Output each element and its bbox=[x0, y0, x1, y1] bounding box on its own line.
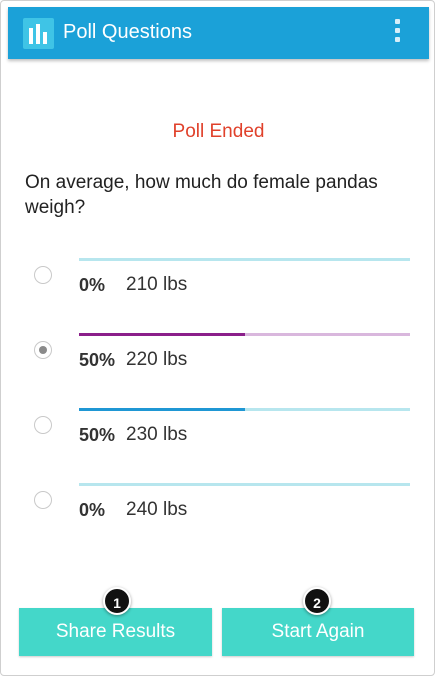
radio-button[interactable] bbox=[34, 416, 52, 434]
option-label: 210 lbs bbox=[126, 274, 188, 295]
option-percent: 0% bbox=[79, 275, 106, 295]
poll-option[interactable]: 0% 240 lbs bbox=[1, 482, 434, 542]
option-percent: 50% bbox=[79, 350, 116, 370]
start-again-button[interactable]: Start Again bbox=[222, 608, 414, 656]
option-label: 240 lbs bbox=[126, 499, 188, 520]
option-percent: 50% bbox=[79, 425, 116, 445]
option-percent: 0% bbox=[79, 500, 106, 520]
overflow-menu-icon[interactable] bbox=[395, 19, 401, 47]
result-bar bbox=[79, 408, 410, 411]
app-bar: Poll Questions bbox=[8, 7, 429, 59]
poll-status: Poll Ended bbox=[172, 121, 265, 142]
result-bar bbox=[79, 258, 410, 261]
poll-option[interactable]: 50% 220 lbs bbox=[1, 332, 434, 392]
poll-option[interactable]: 50% 230 lbs bbox=[1, 407, 434, 467]
callout-badge: 2 bbox=[303, 587, 331, 615]
poll-option[interactable]: 0% 210 lbs bbox=[1, 257, 434, 317]
radio-button[interactable] bbox=[34, 341, 52, 359]
radio-button[interactable] bbox=[34, 491, 52, 509]
app-title: Poll Questions bbox=[63, 21, 192, 43]
option-label: 230 lbs bbox=[126, 424, 188, 445]
option-label: 220 lbs bbox=[126, 349, 188, 370]
poll-question: On average, how much do female pandas we… bbox=[25, 172, 378, 218]
radio-button[interactable] bbox=[34, 266, 52, 284]
share-results-button[interactable]: Share Results bbox=[19, 608, 212, 656]
callout-badge: 1 bbox=[103, 587, 131, 615]
phone-frame: Poll Questions Poll Ended On average, ho… bbox=[0, 0, 435, 676]
bar-chart-icon bbox=[23, 18, 54, 49]
result-bar bbox=[79, 333, 410, 336]
result-bar bbox=[79, 483, 410, 486]
